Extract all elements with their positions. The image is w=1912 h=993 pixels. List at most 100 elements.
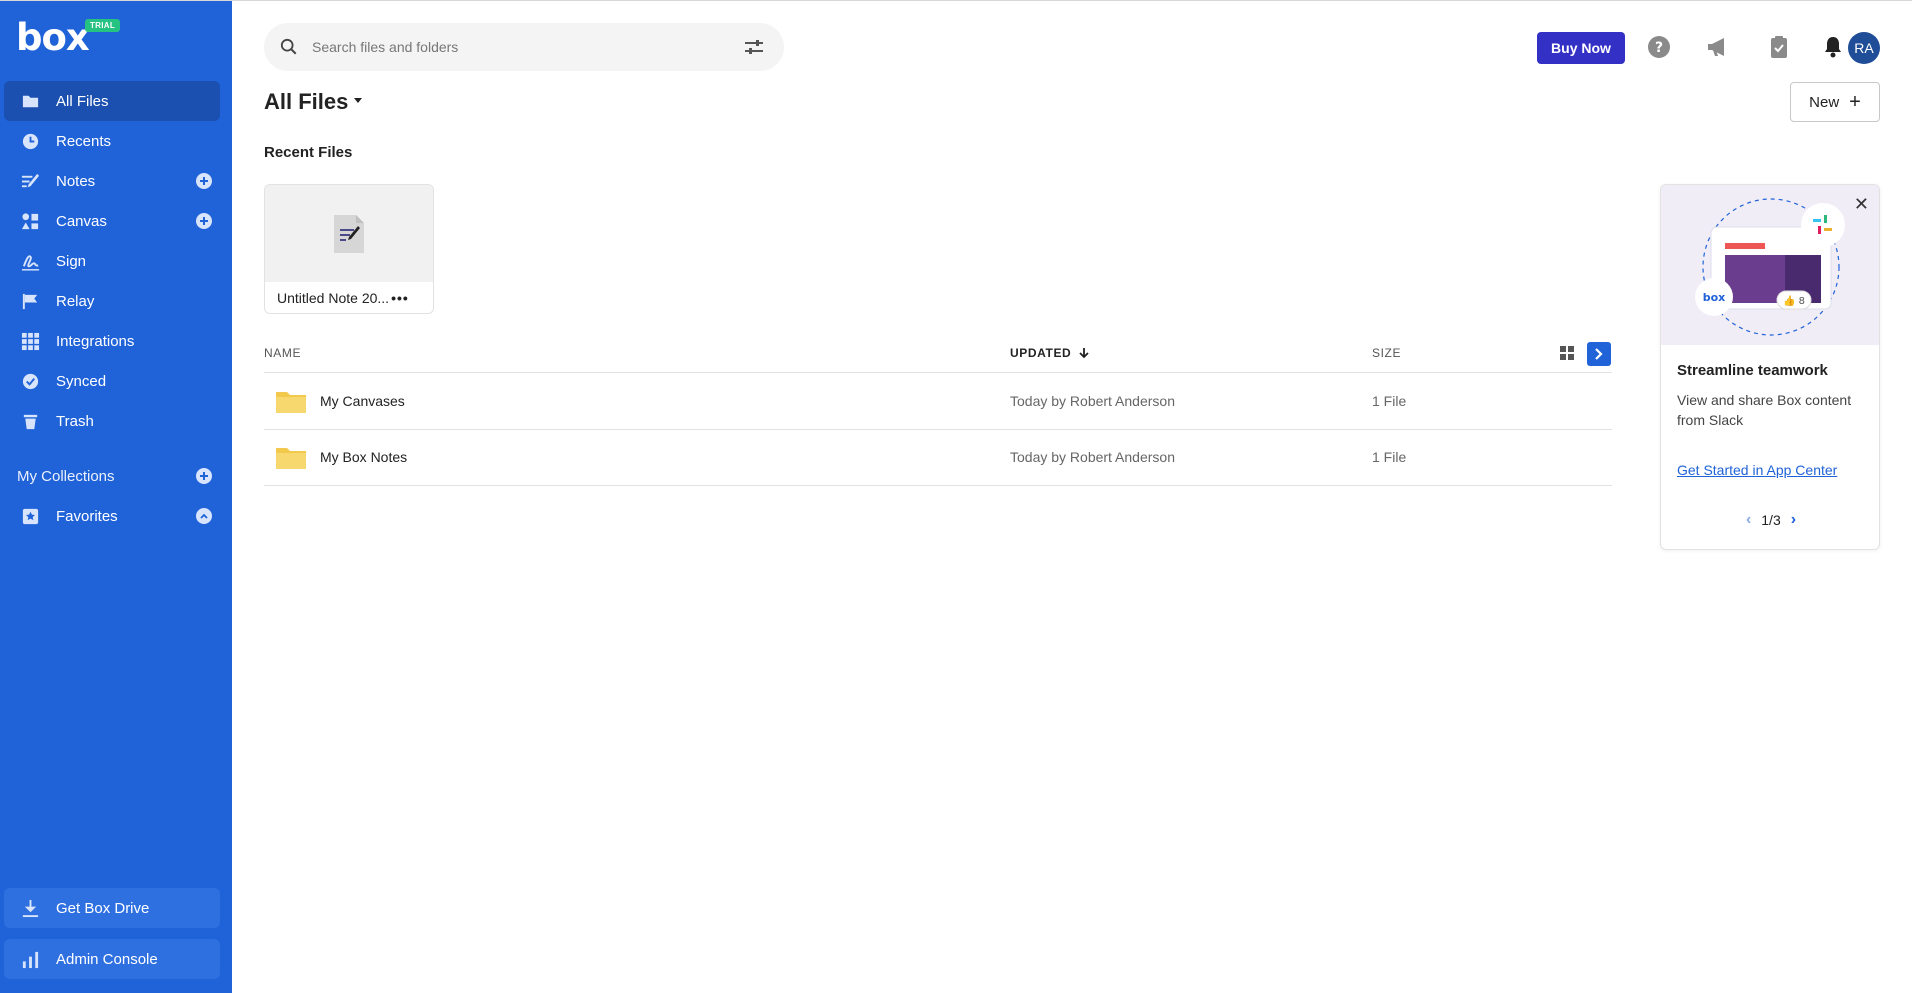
folder-icon	[276, 448, 306, 469]
sidebar-item-integrations[interactable]: Integrations	[4, 321, 220, 361]
promo-illustration: box 👍 8 ✕	[1661, 185, 1879, 345]
promo-title: Streamline teamwork	[1677, 362, 1828, 379]
buy-now-button[interactable]: Buy Now	[1537, 32, 1625, 64]
sidebar-nav: All Files Recents Notes Canvas Sign Rela…	[4, 81, 220, 441]
get-started-link[interactable]: Get Started in App Center	[1677, 462, 1837, 478]
sidebar-item-synced[interactable]: Synced	[4, 361, 220, 401]
pager-count: 1/3	[1761, 512, 1781, 528]
canvas-icon	[18, 211, 42, 231]
chevron-right-icon	[1595, 348, 1603, 360]
column-size[interactable]: SIZE	[1372, 346, 1401, 360]
recent-file-name: Untitled Note 20... •••	[265, 282, 433, 313]
likes-count: 👍 8	[1783, 294, 1805, 307]
search-input[interactable]	[312, 39, 712, 55]
collections-section: My Collections Favorites	[4, 456, 220, 536]
grid-view-icon[interactable]	[1560, 346, 1574, 360]
favorites-icon	[18, 506, 42, 526]
sidebar-item-label: Favorites	[56, 507, 118, 525]
row-size: 1 File	[1372, 393, 1407, 409]
search-bar[interactable]	[264, 23, 784, 71]
sidebar-item-label: Relay	[56, 292, 95, 310]
caret-down-icon	[354, 97, 363, 103]
clock-icon	[18, 131, 42, 151]
download-icon	[18, 898, 42, 918]
grid-icon	[18, 331, 42, 351]
sidebar-item-label: Synced	[56, 372, 107, 390]
sidebar-item-label: Recents	[56, 132, 112, 150]
sidebar-item-recents[interactable]: Recents	[4, 121, 220, 161]
note-file-icon	[334, 214, 364, 253]
recent-files-label: Recent Files	[264, 144, 353, 161]
get-box-drive-button[interactable]: Get Box Drive	[4, 888, 220, 928]
sidebar-item-label: Trash	[56, 412, 94, 430]
add-note-icon[interactable]	[196, 173, 212, 189]
recent-file-card[interactable]: Untitled Note 20... •••	[264, 184, 434, 314]
sidebar-item-label: Notes	[56, 172, 96, 190]
sidebar-item-sign[interactable]: Sign	[4, 241, 220, 281]
table-row[interactable]: My Box Notes Today by Robert Anderson 1 …	[264, 430, 1612, 486]
recent-file-thumbnail	[265, 185, 433, 282]
sidebar-item-relay[interactable]: Relay	[4, 281, 220, 321]
admin-console-button[interactable]: Admin Console	[4, 939, 220, 979]
bar-chart-icon	[18, 949, 42, 969]
promo-pager: ‹ 1/3 ›	[1661, 511, 1879, 529]
new-button-label: New	[1809, 93, 1840, 111]
promo-card: box 👍 8 ✕ Streamline teamwork View and s…	[1660, 184, 1880, 550]
bell-icon[interactable]	[1820, 34, 1846, 60]
chevron-left-icon[interactable]: ‹	[1746, 511, 1751, 529]
sidebar-item-favorites[interactable]: Favorites	[4, 496, 220, 536]
sidebar-item-trash[interactable]: Trash	[4, 401, 220, 441]
help-icon[interactable]: ?	[1646, 34, 1672, 60]
file-table-header: NAME UPDATED SIZE	[264, 341, 1612, 373]
add-collection-icon[interactable]	[196, 468, 212, 484]
toggle-sidebar-button[interactable]	[1587, 342, 1611, 366]
recent-file-title: Untitled Note 20...	[277, 290, 390, 306]
my-collections-label: My Collections	[17, 467, 115, 485]
sidebar-item-label: Integrations	[56, 332, 135, 350]
folder-icon	[276, 392, 306, 413]
sidebar-item-canvas[interactable]: Canvas	[4, 201, 220, 241]
add-canvas-icon[interactable]	[196, 213, 212, 229]
box-logo[interactable]: box	[16, 19, 90, 56]
more-options-icon[interactable]: •••	[391, 290, 409, 306]
new-button[interactable]: New +	[1790, 82, 1880, 122]
row-updated: Today by Robert Anderson	[1010, 393, 1175, 409]
trial-badge: TRIAL	[85, 19, 121, 32]
row-name[interactable]: My Canvases	[320, 393, 405, 409]
search-icon	[280, 38, 297, 55]
sidebar-item-all-files[interactable]: All Files	[4, 81, 220, 121]
promo-text: View and share Box content from Slack	[1677, 392, 1852, 428]
sign-icon	[18, 251, 42, 271]
chevron-right-icon[interactable]: ›	[1791, 511, 1796, 529]
sidebar-item-label: All Files	[56, 92, 109, 110]
page-title[interactable]: All Files	[264, 89, 363, 115]
arrow-down-icon	[1079, 348, 1089, 359]
svg-text:?: ?	[1655, 40, 1663, 56]
column-name[interactable]: NAME	[264, 346, 301, 360]
my-collections[interactable]: My Collections	[4, 456, 220, 496]
promo-box-logo: box	[1703, 291, 1726, 304]
megaphone-icon[interactable]	[1706, 34, 1732, 60]
close-icon[interactable]: ✕	[1854, 195, 1869, 213]
plus-icon: +	[1849, 91, 1861, 113]
slack-integration-illustration: box 👍 8	[1695, 198, 1845, 336]
filter-icon[interactable]	[744, 38, 764, 56]
get-box-drive-label: Get Box Drive	[56, 899, 150, 917]
notes-icon	[18, 171, 42, 191]
clipboard-icon[interactable]	[1766, 34, 1792, 60]
chevron-up-icon[interactable]	[196, 508, 212, 524]
folder-icon	[18, 91, 42, 111]
sidebar-item-label: Canvas	[56, 212, 107, 230]
avatar[interactable]: RA	[1848, 32, 1880, 64]
page-title-text: All Files	[264, 89, 349, 114]
sidebar-item-notes[interactable]: Notes	[4, 161, 220, 201]
column-updated-label: UPDATED	[1010, 346, 1072, 360]
row-updated: Today by Robert Anderson	[1010, 449, 1175, 465]
row-size: 1 File	[1372, 449, 1407, 465]
check-circle-icon	[18, 371, 42, 391]
row-name[interactable]: My Box Notes	[320, 449, 407, 465]
sidebar: box TRIAL All Files Recents Notes Canvas…	[0, 1, 232, 993]
table-row[interactable]: My Canvases Today by Robert Anderson 1 F…	[264, 374, 1612, 430]
admin-console-label: Admin Console	[56, 950, 158, 968]
column-updated[interactable]: UPDATED	[1010, 346, 1090, 360]
